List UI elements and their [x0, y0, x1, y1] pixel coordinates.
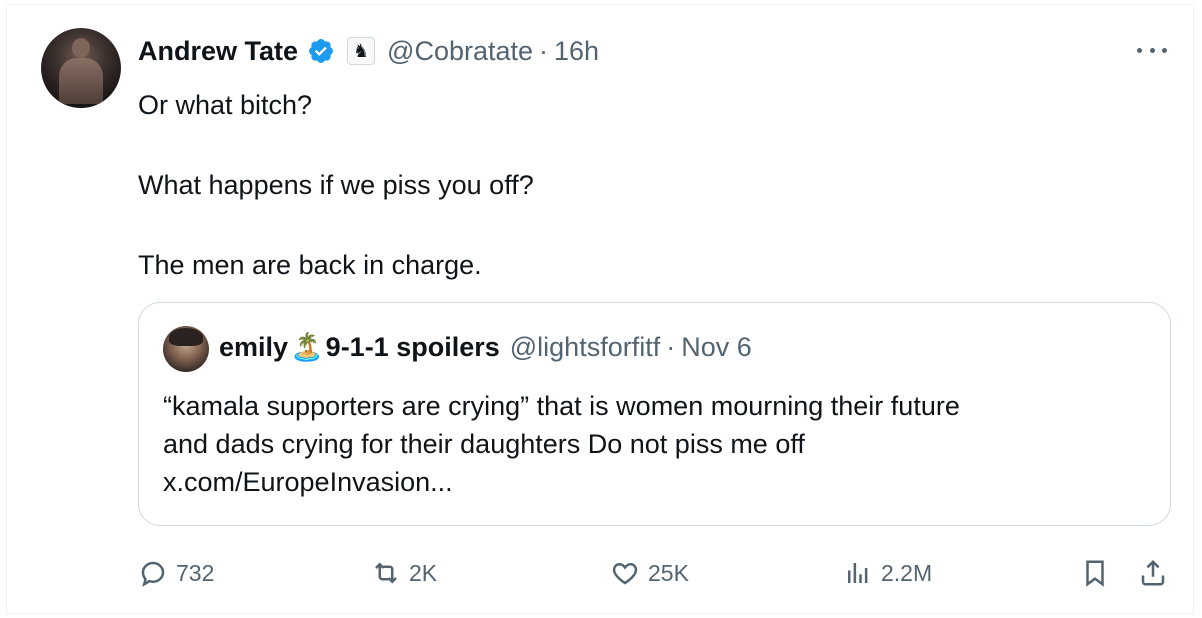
quoted-author-name-suffix[interactable]: 9-1-1 spoilers: [326, 332, 500, 363]
reply-button[interactable]: 732: [138, 553, 214, 593]
author-name[interactable]: Andrew Tate: [138, 36, 298, 67]
verified-badge-icon[interactable]: [307, 37, 335, 65]
like-count: 25K: [648, 559, 689, 586]
quoted-tweet[interactable]: emily 🏝️ 9-1-1 spoilers @lightsforfitf ·…: [138, 302, 1171, 526]
quoted-text-line: and dads crying for their daughters Do n…: [163, 429, 805, 459]
views-count: 2.2M: [881, 559, 933, 586]
tweet-line: The men are back in charge.: [138, 250, 482, 280]
quoted-tweet-header: emily 🏝️ 9-1-1 spoilers @lightsforfitf ·…: [219, 331, 752, 363]
quoted-author-handle[interactable]: @lightsforfitf: [510, 332, 660, 363]
tweet-header: Andrew Tate ♞ @Cobratate · 16h: [138, 31, 599, 71]
tweet-text: Or what bitch? What happens if we piss y…: [138, 85, 534, 285]
affiliate-badge-icon[interactable]: ♞: [347, 37, 376, 65]
quoted-link[interactable]: x.com/EuropeInvasion...: [163, 463, 1153, 501]
tweet-line: What happens if we piss you off?: [138, 170, 534, 200]
retweet-icon: [375, 562, 397, 584]
bookmark-button[interactable]: [1080, 553, 1110, 593]
separator-dot: ·: [539, 35, 549, 66]
more-icon[interactable]: [1137, 38, 1167, 62]
tweet-line: Or what bitch?: [138, 90, 313, 120]
action-bar: 732 2K 25K 2.2M: [138, 553, 1173, 593]
views-button[interactable]: 2.2M: [843, 553, 932, 593]
quoted-author-avatar[interactable]: [163, 326, 209, 372]
views-icon: [848, 563, 868, 583]
like-button[interactable]: 25K: [610, 553, 689, 593]
island-emoji: 🏝️: [290, 332, 324, 362]
quoted-tweet-text: “kamala supporters are crying” that is w…: [163, 387, 1153, 501]
author-avatar[interactable]: [41, 28, 121, 108]
retweet-button[interactable]: 2K: [371, 553, 437, 593]
tweet-time[interactable]: 16h: [554, 36, 599, 67]
quoted-author-name[interactable]: emily: [219, 332, 288, 363]
reply-icon: [141, 561, 165, 587]
author-handle[interactable]: @Cobratate: [387, 36, 533, 67]
quoted-text-line: “kamala supporters are crying” that is w…: [163, 391, 960, 421]
share-icon: [1141, 559, 1165, 586]
bookmark-icon: [1086, 560, 1104, 587]
share-button[interactable]: [1138, 553, 1168, 593]
like-icon: [612, 562, 638, 585]
tweet-card[interactable]: Andrew Tate ♞ @Cobratate · 16h Or what b…: [6, 4, 1194, 614]
quoted-tweet-date[interactable]: Nov 6: [681, 332, 752, 363]
reply-count: 732: [176, 559, 215, 586]
retweet-count: 2K: [409, 559, 438, 586]
separator-dot: ·: [666, 331, 676, 362]
